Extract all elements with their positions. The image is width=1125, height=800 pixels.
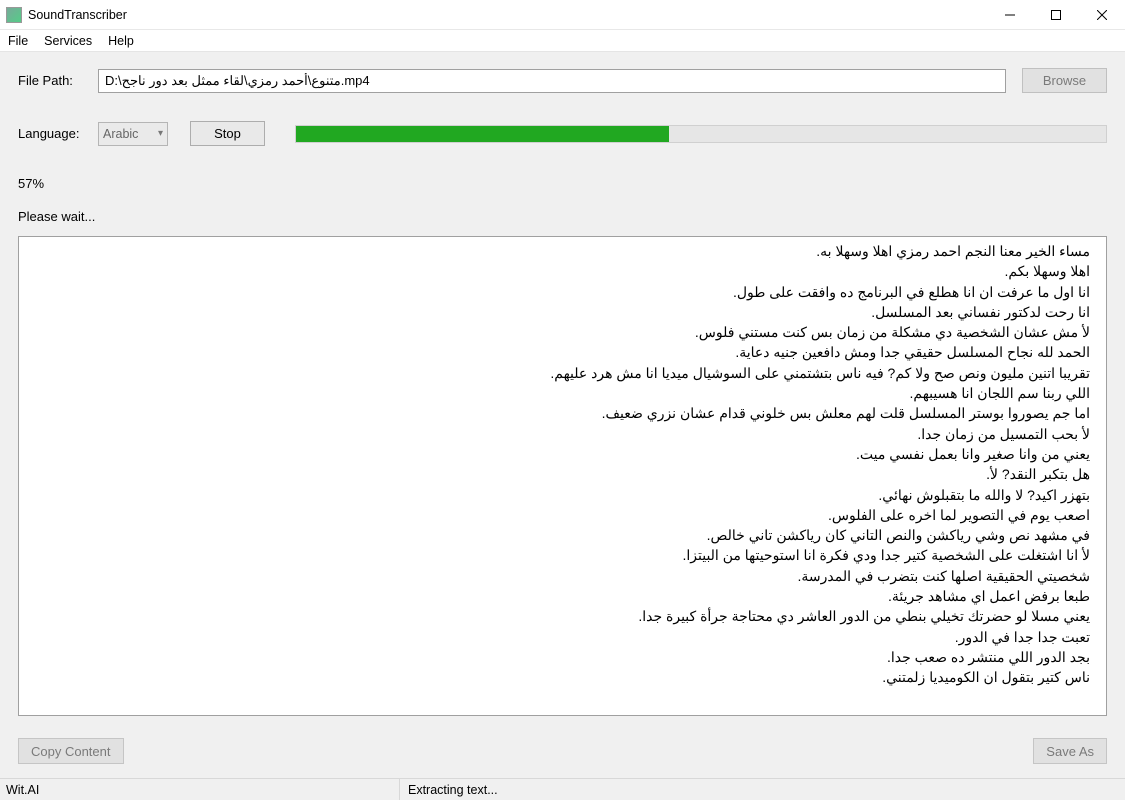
transcript-line: انا رحت لدكتور نفساني بعد المسلسل. xyxy=(25,302,1090,322)
transcript-line: الحمد لله نجاح المسلسل حقيقي جدا ومش داف… xyxy=(25,342,1090,362)
app-icon xyxy=(6,7,22,23)
progress-fill xyxy=(296,126,669,142)
transcript-line: ناس كتير بتقول ان الكوميديا زلمتني. xyxy=(25,667,1090,687)
titlebar: SoundTranscriber xyxy=(0,0,1125,30)
chevron-down-icon: ▾ xyxy=(158,128,163,139)
transcript-line: اصعب يوم في التصوير لما اخره على الفلوس. xyxy=(25,505,1090,525)
transcript-line: لأ انا اشتغلت على الشخصية كتير جدا ودي ف… xyxy=(25,545,1090,565)
minimize-button[interactable] xyxy=(987,0,1033,30)
transcript-line: تعبت جدا جدا في الدور. xyxy=(25,627,1090,647)
bottom-button-row: Copy Content Save As xyxy=(18,716,1107,778)
transcript-line: اما جم يصوروا بوستر المسلسل قلت لهم معلش… xyxy=(25,403,1090,423)
browse-button: Browse xyxy=(1022,68,1107,93)
progress-percent: 57% xyxy=(18,176,1107,191)
main-content: File Path: Browse Language: Arabic ▾ Sto… xyxy=(0,52,1125,778)
status-service: Wit.AI xyxy=(0,779,400,800)
language-value: Arabic xyxy=(103,127,138,141)
transcript-line: انا اول ما عرفت ان انا هطلع في البرنامج … xyxy=(25,282,1090,302)
menu-help[interactable]: Help xyxy=(108,34,134,48)
language-row: Language: Arabic ▾ Stop xyxy=(18,121,1107,146)
transcript-line: اهلا وسهلا بكم. xyxy=(25,261,1090,281)
save-as-button: Save As xyxy=(1033,738,1107,764)
please-wait-label: Please wait... xyxy=(18,209,1107,224)
stop-button[interactable]: Stop xyxy=(190,121,265,146)
language-select: Arabic ▾ xyxy=(98,122,168,146)
transcript-line: طبعا برفض اعمل اي مشاهد جريئة. xyxy=(25,586,1090,606)
status-activity: Extracting text... xyxy=(400,783,498,797)
transcript-line: يعني مسلا لو حضرتك تخيلي بنطي من الدور ا… xyxy=(25,606,1090,626)
statusbar: Wit.AI Extracting text... xyxy=(0,778,1125,800)
transcript-line: بتهزر اكيد? لا والله ما بتقبلوش نهائي. xyxy=(25,485,1090,505)
transcript-line: بجد الدور اللي منتشر ده صعب جدا. xyxy=(25,647,1090,667)
file-path-input[interactable] xyxy=(98,69,1006,93)
transcript-line: لأ بحب التمسيل من زمان جدا. xyxy=(25,424,1090,444)
window-controls xyxy=(987,0,1125,30)
transcript-line: في مشهد نص وشي رياكشن والنص التاني كان ر… xyxy=(25,525,1090,545)
transcript-line: هل بتكبر النقد? لأ. xyxy=(25,464,1090,484)
transcript-line: اللي ربنا سم اللجان انا هسيبهم. xyxy=(25,383,1090,403)
transcript-output[interactable]: مساء الخير معنا النجم احمد رمزي اهلا وسه… xyxy=(18,236,1107,716)
menu-file[interactable]: File xyxy=(8,34,28,48)
language-label: Language: xyxy=(18,126,98,141)
close-button[interactable] xyxy=(1079,0,1125,30)
window-title: SoundTranscriber xyxy=(28,8,127,22)
transcript-line: لأ مش عشان الشخصية دي مشكلة من زمان بس ك… xyxy=(25,322,1090,342)
menu-services[interactable]: Services xyxy=(44,34,92,48)
copy-content-button: Copy Content xyxy=(18,738,124,764)
file-path-row: File Path: Browse xyxy=(18,68,1107,93)
transcript-line: تقريبا اتنين مليون ونص صح ولا كم? فيه نا… xyxy=(25,363,1090,383)
maximize-button[interactable] xyxy=(1033,0,1079,30)
menubar: File Services Help xyxy=(0,30,1125,52)
progress-bar xyxy=(295,125,1107,143)
transcript-line: شخصيتي الحقيقية اصلها كنت بتضرب في المدر… xyxy=(25,566,1090,586)
transcript-line: يعني من وانا صغير وانا بعمل نفسي ميت. xyxy=(25,444,1090,464)
file-path-label: File Path: xyxy=(18,73,98,88)
transcript-line: مساء الخير معنا النجم احمد رمزي اهلا وسه… xyxy=(25,241,1090,261)
